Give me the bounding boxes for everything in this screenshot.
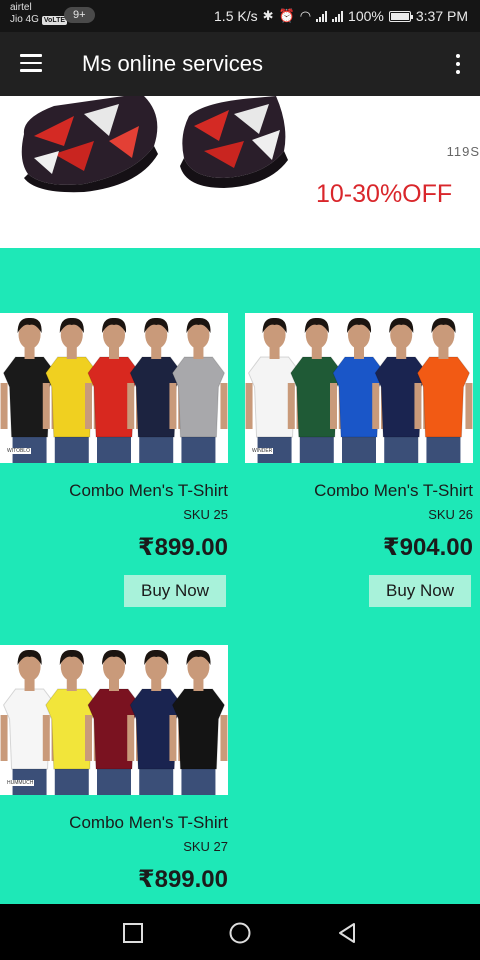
tshirt-model	[330, 317, 388, 463]
promo-banner[interactable]: 119S 10-30%OFF	[0, 96, 480, 248]
tshirt-model	[127, 317, 186, 463]
brand-tag: WINDER	[251, 448, 274, 454]
battery-icon	[388, 10, 413, 22]
tshirt-model	[85, 649, 143, 795]
product-sku: SKU 26	[428, 507, 473, 522]
alarm-icon: ⏰	[278, 8, 295, 23]
tshirt-model	[245, 317, 304, 463]
product-card[interactable]: HUMMUCH Combo Men's T-Shirt SKU 27 ₹899.…	[0, 645, 228, 904]
buy-now-button[interactable]: Buy Now	[124, 575, 226, 607]
back-icon[interactable]	[336, 922, 358, 944]
product-name[interactable]: Combo Men's T-Shirt	[69, 813, 228, 833]
carrier-name: airtel	[10, 2, 32, 13]
home-icon[interactable]	[229, 922, 251, 944]
clock: 3:37 PM	[415, 8, 468, 24]
buy-now-button[interactable]: Buy Now	[369, 575, 471, 607]
notification-count-badge: 9+	[64, 7, 95, 23]
tshirt-group-image	[0, 317, 228, 463]
tshirt-model	[287, 317, 346, 463]
banner-offer-text: 10-30%OFF	[316, 180, 453, 208]
tshirt-model	[85, 317, 143, 463]
network-label: Jio 4G	[10, 14, 39, 25]
product-card[interactable]: WITOBLO Combo Men's T-Shirt SKU 25 ₹899.…	[0, 313, 228, 613]
product-price: ₹904.00	[382, 534, 473, 561]
net-speed: 1.5 K/s	[214, 8, 258, 24]
brand-tag: HUMMUCH	[6, 780, 35, 786]
tshirt-model	[127, 649, 186, 795]
tshirt-group-image	[245, 317, 473, 463]
product-price: ₹899.00	[137, 534, 228, 561]
banner-code: 119S	[446, 144, 480, 159]
tshirt-model	[414, 317, 473, 463]
system-navigation-bar	[0, 904, 480, 960]
tshirt-model	[169, 317, 228, 463]
signal-icon-2	[332, 10, 344, 22]
app-title: Ms online services	[82, 51, 263, 76]
bluetooth-icon: ✱	[262, 8, 274, 23]
product-card[interactable]: WINDER Combo Men's T-Shirt SKU 26 ₹904.0…	[245, 313, 473, 613]
product-name[interactable]: Combo Men's T-Shirt	[314, 481, 473, 501]
product-sku: SKU 27	[183, 839, 228, 854]
carrier-info: airtel Jio 4G VoLTE	[10, 2, 68, 26]
app-bar: Ms online services	[0, 32, 480, 96]
product-image[interactable]: WINDER	[245, 313, 473, 463]
tshirt-model	[0, 317, 59, 463]
wifi-icon: ◠	[299, 8, 312, 23]
tshirt-model	[0, 649, 59, 795]
shoe-image	[21, 96, 288, 193]
tshirt-model	[42, 317, 101, 463]
battery-percent: 100%	[348, 8, 384, 24]
product-name[interactable]: Combo Men's T-Shirt	[69, 481, 228, 501]
product-price: ₹899.00	[137, 866, 228, 893]
tshirt-model	[372, 317, 431, 463]
product-image[interactable]: HUMMUCH	[0, 645, 228, 795]
signal-icon	[316, 10, 328, 22]
content-area[interactable]: 119S 10-30%OFF WITOBLO Combo Men's T-Shi…	[0, 96, 480, 904]
tshirt-group-image	[0, 649, 228, 795]
product-image[interactable]: WITOBLO	[0, 313, 228, 463]
recent-apps-icon[interactable]	[122, 922, 144, 944]
status-bar: airtel Jio 4G VoLTE 9+ 1.5 K/s ✱ ⏰ ◠ 100…	[0, 0, 480, 32]
overflow-menu-icon[interactable]	[454, 52, 462, 76]
hamburger-menu-icon[interactable]	[20, 54, 42, 72]
tshirt-model	[42, 649, 101, 795]
brand-tag: WITOBLO	[6, 448, 31, 454]
product-sku: SKU 25	[183, 507, 228, 522]
status-icons: 1.5 K/s ✱ ⏰ ◠ 100% 3:37 PM	[214, 7, 468, 25]
tshirt-model	[169, 649, 228, 795]
